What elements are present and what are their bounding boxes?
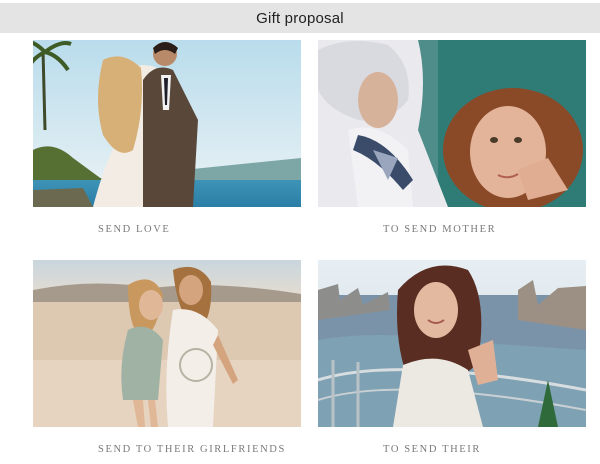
gift-proposal-page: Gift proposal SEND LOVE TO SEND MOTHER S… (0, 0, 600, 464)
couple-on-beach-photo[interactable] (33, 40, 301, 207)
gift-card-send-mother[interactable]: TO SEND MOTHER (318, 40, 586, 235)
woman-on-balcony-photo[interactable] (318, 260, 586, 427)
page-title: Gift proposal (256, 9, 344, 27)
card-caption: SEND TO THEIR GIRLFRIENDS (98, 444, 286, 455)
card-caption: TO SEND MOTHER (383, 224, 497, 235)
gift-card-send-girlfriends[interactable]: SEND TO THEIR GIRLFRIENDS (33, 260, 301, 455)
card-caption: TO SEND THEIR (383, 444, 481, 455)
header-bar: Gift proposal (0, 3, 600, 33)
gift-card-send-love[interactable]: SEND LOVE (33, 40, 301, 235)
card-caption: SEND LOVE (98, 224, 171, 235)
two-girlfriends-on-beach-photo[interactable] (33, 260, 301, 427)
mother-and-daughter-photo[interactable] (318, 40, 586, 207)
gift-card-send-their[interactable]: TO SEND THEIR (318, 260, 586, 455)
